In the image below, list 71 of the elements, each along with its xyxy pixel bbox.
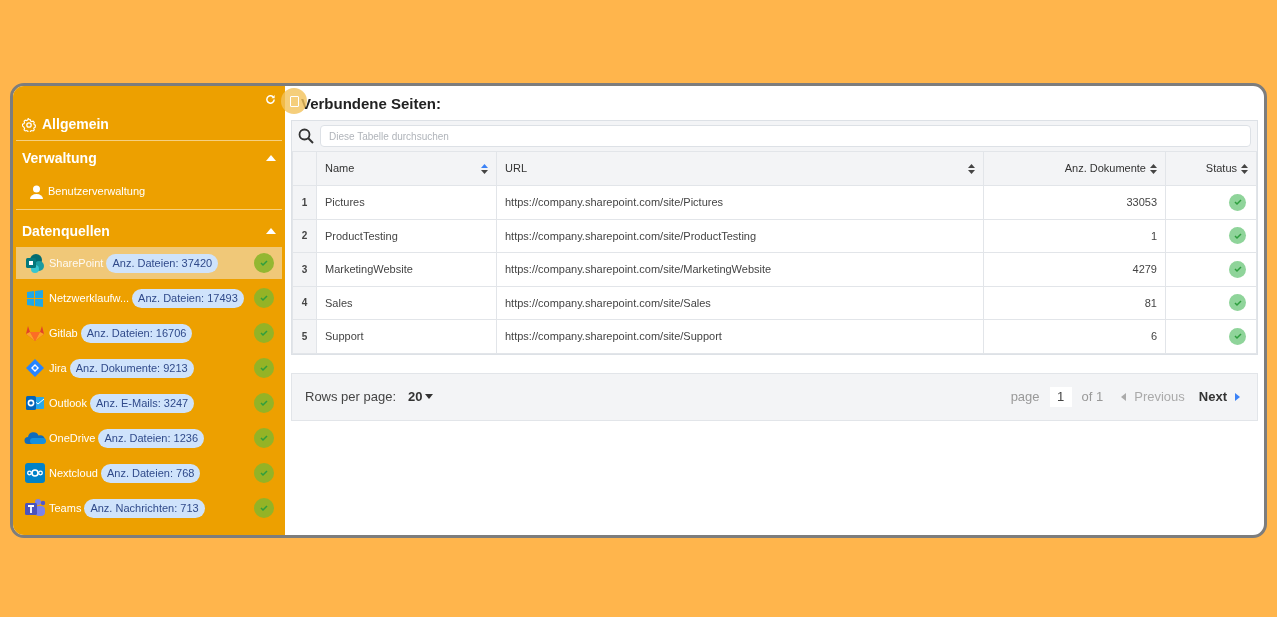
table-cell: 1 — [983, 219, 1166, 253]
table-cell: Sales — [316, 286, 497, 320]
source-item[interactable]: Nextcloud Anz. Dateien: 768 — [16, 457, 282, 489]
row-number: 1 — [292, 185, 317, 219]
row-number: 4 — [292, 286, 317, 320]
source-item[interactable]: OneDrive Anz. Dateien: 1236 — [16, 422, 282, 454]
source-label: SharePoint — [49, 255, 104, 271]
count-badge: Anz. Dateien: 768 — [100, 463, 201, 483]
window-grid-icon — [24, 289, 46, 307]
rows-per-page-label: Rows per page: — [305, 387, 397, 406]
page-count: of 1 — [1081, 387, 1104, 406]
table-cell: MarketingWebsite — [316, 252, 497, 286]
source-label: Gitlab — [49, 325, 78, 341]
diamond-icon — [24, 358, 46, 378]
source-label: Nextcloud — [49, 465, 98, 481]
source-item[interactable]: Netzwerklaufw... Anz. Dateien: 17493 — [16, 282, 282, 314]
caret-icon — [424, 394, 433, 399]
source-item[interactable]: Teams Anz. Nachrichten: 713 — [16, 492, 282, 524]
rows-per-page-dropdown[interactable]: 20 — [408, 386, 433, 407]
table-cell: https://company.sharepoint.com/site/Pictures — [496, 185, 984, 219]
people-t-icon — [24, 498, 46, 518]
user-icon — [30, 184, 43, 199]
count-badge: Anz. Dateien: 17493 — [132, 288, 244, 308]
row-number: 2 — [292, 219, 317, 253]
table-cell: Pictures — [316, 185, 497, 219]
search-field[interactable]: Diese Tabelle durchsuchen — [320, 125, 1251, 147]
table-cell: 6 — [983, 319, 1166, 353]
page-field[interactable]: 1 — [1049, 386, 1072, 407]
page-label: page — [1010, 387, 1040, 406]
caret-icon — [1121, 392, 1127, 401]
count-badge: Anz. Dokumente: 9213 — [69, 358, 194, 378]
sort-icon[interactable] — [481, 163, 488, 174]
table-cell: https://company.sharepoint.com/site/ProductTesting — [496, 219, 984, 253]
table-cell: https://company.sharepoint.com/site/Sales — [496, 286, 984, 320]
count-badge: Anz. E-Mails: 3247 — [89, 393, 195, 413]
sort-icon[interactable] — [1241, 163, 1248, 174]
circles-icon — [24, 253, 46, 273]
source-label: Outlook — [49, 395, 87, 411]
source-item[interactable]: Jira Anz. Dokumente: 9213 — [16, 352, 282, 384]
source-label: OneDrive — [49, 430, 96, 446]
column-header[interactable]: Status — [1205, 160, 1237, 177]
sort-icon[interactable] — [968, 163, 975, 174]
table-cell: 33053 — [983, 185, 1166, 219]
table-cell: 81 — [983, 286, 1166, 320]
row-number: 3 — [292, 252, 317, 286]
source-label: Teams — [49, 500, 82, 516]
table-cell: https://company.sharepoint.com/site/MarketingWebsite — [496, 252, 984, 286]
next-button[interactable]: Next — [1198, 386, 1240, 407]
count-badge: Anz. Nachrichten: 713 — [84, 498, 205, 518]
source-label: Jira — [49, 360, 67, 376]
column-header[interactable]: Name — [325, 160, 355, 177]
table-cell: https://company.sharepoint.com/site/Support — [496, 319, 984, 353]
search-icon[interactable] — [298, 128, 314, 144]
count-badge: Anz. Dateien: 1236 — [98, 428, 205, 448]
sort-icon[interactable] — [1150, 163, 1157, 174]
table-cell: Support — [316, 319, 497, 353]
column-header[interactable]: URL — [505, 160, 527, 177]
source-item[interactable]: Outlook Anz. E-Mails: 3247 — [16, 387, 282, 419]
row-number: 5 — [292, 319, 317, 353]
fox-icon — [24, 324, 46, 342]
envelope-o-icon — [24, 394, 46, 412]
table-cell: 4279 — [983, 252, 1166, 286]
source-item[interactable]: SharePoint Anz. Dateien: 37420 — [16, 247, 282, 279]
table-cell: ProductTesting — [316, 219, 497, 253]
count-badge: Anz. Dateien: 16706 — [80, 323, 193, 343]
rings-icon — [24, 463, 46, 483]
cloud-icon — [24, 431, 46, 445]
source-item[interactable]: Gitlab Anz. Dateien: 16706 — [16, 317, 282, 349]
caret-icon — [1235, 392, 1240, 401]
source-label: Netzwerklaufw... — [49, 290, 130, 306]
count-badge: Anz. Dateien: 37420 — [106, 253, 219, 273]
